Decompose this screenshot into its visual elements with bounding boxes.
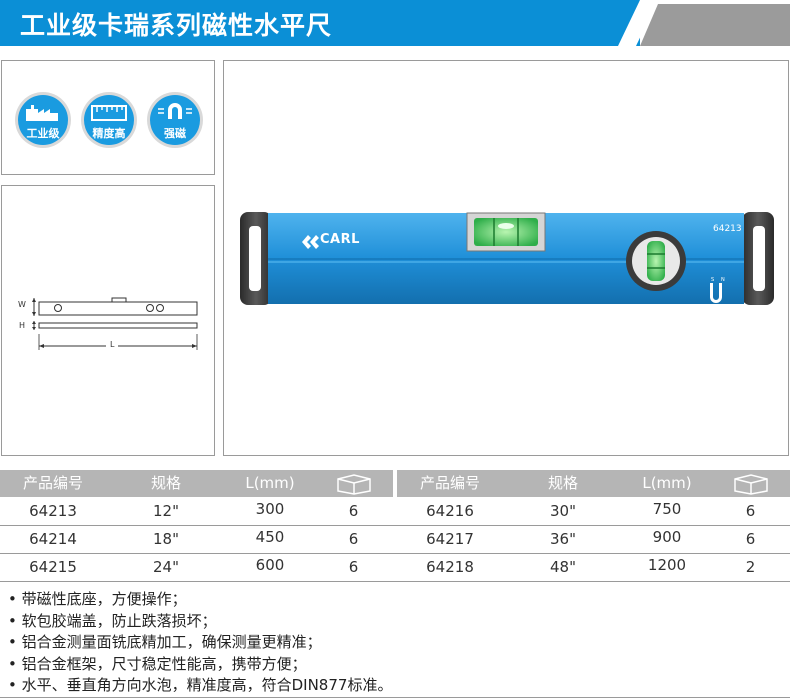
col-spec: 规格 [150,474,181,492]
list-item: • 水平、垂直角方向水泡，精准度高，符合DIN877标准。 [8,676,393,695]
package-box-icon [336,474,371,495]
list-item: • 铝合金框架，尺寸稳定性能高，携带方便； [8,654,307,673]
col-length-mm: L(mm) [245,474,295,492]
brand-logo-text: CARL [320,232,360,247]
list-item: • 软包胶端盖，防止跌落损坏； [8,611,217,630]
cell-length: 300 [255,500,285,518]
badge-label: 精度高 [92,127,126,140]
cell-spec: 24" [153,558,179,576]
cell-length: 750 [652,500,682,518]
dimension-l-label: L [110,340,115,349]
cell-package-qty: 6 [745,530,756,548]
badge-label: 工业级 [26,127,60,140]
col-length-mm: L(mm) [642,474,692,492]
cell-product-code: 64218 [426,558,474,576]
col-product-code: 产品编号 [419,474,480,492]
dimension-drawing-panel: W H L [1,185,215,456]
cell-package-qty: 6 [348,558,359,576]
dimension-drawing [32,297,198,351]
cell-length: 450 [255,528,285,546]
col-package-qty [314,470,393,497]
feature-list: • 带磁性底座，方便操作； • 软包胶端盖，防止跌落损坏； • 铝合金测量面铣底… [8,589,392,697]
badge-industrial: 工业级 [14,91,72,149]
cell-product-code: 64214 [29,530,77,548]
col-package-qty [711,470,790,497]
cell-product-code: 64215 [29,558,77,576]
cell-length: 900 [652,528,682,546]
cell-package-qty: 6 [745,502,756,520]
dimension-h-label: H [19,321,26,330]
col-product-code: 产品编号 [22,474,83,492]
badge-magnetic: 强磁 [146,91,204,149]
cell-spec: 30" [550,502,576,520]
cell-spec: 12" [153,502,179,520]
cell-spec: 18" [153,530,179,548]
cell-product-code: 64213 [29,502,77,520]
dimension-w-label: W [18,300,26,309]
magnet-n-label: N [721,277,725,283]
list-item: • 铝合金测量面铣底精加工，确保测量更精准； [8,633,322,652]
cell-package-qty: 6 [348,502,359,520]
badge-label: 强磁 [164,127,186,140]
page-title: 工业级卡瑞系列磁性水平尺 [20,11,333,40]
badge-precision: 精度高 [80,91,138,149]
cell-product-code: 64217 [426,530,474,548]
cell-length: 600 [255,556,285,574]
table-header-left: 产品编号 规格 L(mm) [0,470,393,497]
col-spec: 规格 [547,474,578,492]
cell-spec: 48" [550,558,576,576]
model-number: 64213 [713,224,742,234]
row-divider [0,581,790,582]
package-box-icon [733,474,768,495]
header-gray-tab [640,4,790,46]
product-image-panel: CARL 64213 S N [223,60,789,456]
magnet-s-label: S [711,277,715,283]
cell-package-qty: 2 [745,558,756,576]
feature-badges-panel: 工业级 精度高 强磁 [1,60,215,175]
list-item: • 带磁性底座，方便操作； [8,590,187,608]
cell-spec: 36" [550,530,576,548]
spirit-level-image [240,212,774,305]
cell-length: 1200 [647,556,687,574]
cell-product-code: 64216 [426,502,474,520]
table-header-right: 产品编号 规格 L(mm) [397,470,790,497]
bottom-divider [0,697,790,698]
cell-package-qty: 6 [348,530,359,548]
